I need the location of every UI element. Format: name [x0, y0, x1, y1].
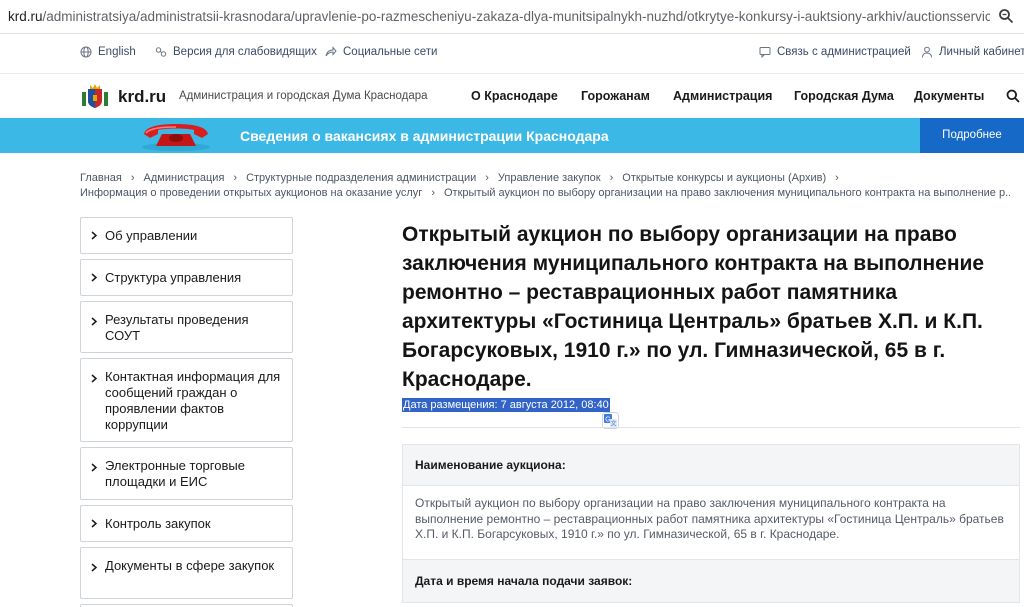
banner-more-button[interactable]: Подробнее: [920, 118, 1024, 153]
chevron-right-icon: [91, 374, 97, 383]
site-name[interactable]: krd.ru: [118, 87, 166, 107]
url-path: /administratsiya/administratsii-krasnoda…: [42, 9, 990, 24]
sidebar-item-corruption-contacts[interactable]: Контактная информация для сообщений граж…: [80, 358, 293, 442]
nav-citizens[interactable]: Горожанам: [581, 89, 650, 103]
sidebar-item-e-trading[interactable]: Электронные торговые площадки и ЕИС: [80, 447, 293, 500]
sidebar-item-procurement-control[interactable]: Контроль закупок: [80, 505, 293, 542]
chevron-right-icon: [91, 519, 97, 528]
site-subtitle: Администрация и городская Дума Краснодар…: [179, 90, 428, 102]
social-label: Социальные сети: [343, 46, 438, 58]
nav-about-krasnodar[interactable]: О Краснодаре: [471, 89, 558, 103]
nav-city-duma[interactable]: Городская Дума: [794, 89, 894, 103]
chevron-right-icon: [91, 563, 97, 572]
crumb-auction-info[interactable]: Информация о проведении открытых аукцион…: [80, 187, 422, 199]
chevron-right-icon: ›: [130, 172, 135, 184]
sidebar-item-label: Контроль закупок: [105, 515, 211, 531]
search-icon[interactable]: [1006, 89, 1020, 103]
telephone-icon: [142, 124, 210, 151]
chevron-right-icon: [91, 273, 97, 282]
browser-address-bar[interactable]: krd.ru/administratsiya/administratsii-kr…: [0, 0, 1024, 34]
sidebar-item-label: Контактная информация для сообщений граж…: [105, 369, 281, 432]
vacancy-banner[interactable]: Сведения о вакансиях в администрации Кра…: [0, 118, 1024, 153]
crumb-current-page: Открытый аукцион по выбору организации н…: [443, 187, 1010, 199]
utility-bar: English Версия для слабовидящих Социальн…: [0, 34, 1024, 74]
english-link[interactable]: English: [80, 46, 136, 58]
crumb-administration[interactable]: Администрация: [144, 172, 225, 184]
crumb-auctions-archive[interactable]: Открытые конкурсы и аукционы (Архив): [622, 172, 826, 184]
cabinet-label: Личный кабинет: [939, 46, 1024, 58]
chevron-right-icon: [91, 231, 97, 240]
content-divider: [402, 427, 1020, 428]
user-icon: [922, 46, 932, 58]
main-nav: krd.ru Администрация и городская Дума Кр…: [0, 75, 1024, 118]
chevron-right-icon: ›: [835, 172, 839, 184]
sidebar-item-label: Структура управления: [105, 269, 242, 285]
sidebar-item-structure[interactable]: Структура управления: [80, 259, 293, 296]
breadcrumb: Главная › Администрация › Структурные подраз…: [80, 171, 1010, 201]
sidebar-item-about[interactable]: Об управлении: [80, 217, 293, 254]
crumb-home[interactable]: Главная: [80, 172, 122, 184]
sidebar-item-label: Электронные торговые площадки и ЕИС: [105, 458, 245, 489]
nav-documents[interactable]: Документы: [914, 89, 984, 103]
url-text[interactable]: krd.ru/administratsiya/administratsii-kr…: [0, 9, 990, 24]
crumb-structural-units[interactable]: Структурные подразделения администрации: [246, 172, 476, 184]
glasses-icon: [155, 47, 167, 57]
chevron-right-icon: [91, 317, 97, 326]
publication-date: Дата размещения: 7 августа 2012, 08:40: [402, 398, 610, 412]
chevron-right-icon: ›: [485, 172, 489, 184]
chevron-right-icon: [91, 463, 97, 472]
sidebar-item-label: Документы в сфере закупок: [105, 558, 275, 573]
sidebar-item-procurement-docs[interactable]: Документы в сфере закупок: [80, 547, 293, 599]
sidebar-item-label: Об управлении: [105, 227, 198, 243]
chevron-right-icon: ›: [431, 187, 435, 199]
cabinet-link[interactable]: Личный кабинет: [921, 46, 1024, 58]
section-header-application-start: Дата и время начала подачи заявок:: [402, 559, 1020, 603]
low-vision-link[interactable]: Версия для слабовидящих: [155, 46, 317, 58]
english-label: English: [98, 46, 136, 58]
section-header-auction-name: Наименование аукциона:: [402, 444, 1020, 486]
section-body-auction-name: Открытый аукцион по выбору организации н…: [402, 486, 1020, 559]
globe-icon: [80, 46, 92, 58]
breadcrumb-row-2: Информация о проведении открытых аукцион…: [80, 186, 1010, 201]
social-link[interactable]: Социальные сети: [325, 46, 437, 58]
contact-admin-link[interactable]: Связь с администрацией: [759, 46, 911, 58]
zoom-icon[interactable]: [998, 8, 1014, 24]
chevron-right-icon: ›: [609, 172, 614, 184]
breadcrumb-row-1: Главная › Администрация › Структурные подраз…: [80, 171, 1010, 186]
share-icon: [325, 46, 337, 57]
low-vision-label: Версия для слабовидящих: [173, 46, 317, 58]
nav-administration[interactable]: Администрация: [673, 89, 772, 103]
coat-of-arms-logo[interactable]: [80, 83, 110, 109]
banner-text[interactable]: Сведения о вакансиях в администрации Кра…: [240, 128, 609, 144]
contact-admin-label: Связь с администрацией: [777, 46, 911, 58]
crumb-procurement-dept[interactable]: Управление закупок: [498, 172, 601, 184]
sidebar-item-sout-results[interactable]: Результаты проведения СОУТ: [80, 301, 293, 353]
chevron-right-icon: ›: [233, 172, 238, 184]
url-domain: krd.ru: [8, 9, 43, 24]
sidebar-item-label: Результаты проведения СОУТ: [105, 312, 249, 343]
page-title: Открытый аукцион по выбору организации н…: [402, 223, 985, 391]
chat-icon: [759, 47, 771, 58]
